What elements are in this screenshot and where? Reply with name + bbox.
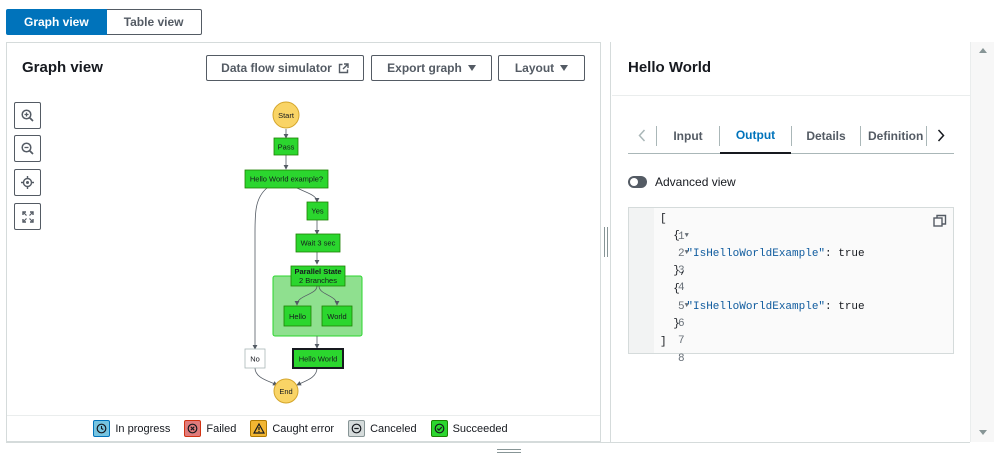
chevron-left-icon [638,129,646,142]
json-key: "IsHelloWorldExample" [686,248,826,260]
graph-node-hello-world[interactable]: Hello World [292,348,344,369]
tab-details[interactable]: Details [792,118,860,153]
graph-node-choice[interactable]: Hello World example? [244,169,329,189]
code-line: 6 "IsHelloWorldExample": true [629,299,865,330]
graph-node-parallel-subtitle: 2 Branches [299,276,337,285]
tab-output[interactable]: Output [720,118,791,154]
legend-caught-error: Caught error [250,420,334,437]
code-text: "IsHelloWorldExample": true [660,246,865,263]
resize-grip-icon [497,449,521,453]
status-legend: In progress Failed Caught error Canceled… [7,415,600,441]
graph-node-parallel-state[interactable]: Parallel State 2 Branches [290,265,346,287]
graph-node-wait-label: Wait 3 sec [301,239,336,248]
code-text: [ [660,213,667,225]
state-detail-panel: Hello World Input Output Details Definit… [612,42,970,442]
advanced-view-label: Advanced view [655,175,736,189]
graph-node-no[interactable]: No [244,348,266,369]
graph-node-hello-world-label: Hello World [299,355,338,364]
x-circle-icon [184,420,202,437]
tab-input[interactable]: Input [657,118,719,153]
legend-in-progress: In progress [93,420,170,437]
advanced-view-row: Advanced view [628,175,736,189]
view-toggle: Graph view Table view [6,9,202,35]
graph-node-choice-label: Hello World example? [250,175,323,184]
tabs-scroll-left-button[interactable] [628,118,656,153]
code-line: 5▼ { [629,281,695,313]
table-view-toggle-button[interactable]: Table view [106,9,202,35]
json-value: : true [825,248,865,260]
detail-tabs: Input Output Details Definition [628,118,954,154]
code-text: }, [660,265,687,277]
graph-node-end-label: End [279,387,292,396]
graph-node-pass[interactable]: Pass [273,137,299,156]
state-detail-title: Hello World [628,59,712,76]
legend-caught-error-label: Caught error [272,422,335,435]
tab-definition[interactable]: Definition [868,118,925,153]
code-text: } [660,318,680,330]
legend-canceled: Canceled [348,420,417,437]
workflow-graph: Start Pass Hello World example? Yes Wait… [244,101,363,404]
graph-edges [252,129,340,386]
graph-node-yes-label: Yes [311,207,323,216]
tabs-scroll-right-button[interactable] [927,118,954,153]
code-line: 3 "IsHelloWorldExample": true [629,246,865,277]
graph-node-no-label: No [250,355,260,364]
graph-node-yes[interactable]: Yes [306,201,329,221]
code-line: 8 ] [629,334,685,365]
copy-icon[interactable] [933,214,947,228]
clock-icon [93,420,111,437]
code-line: 7 } [629,316,684,347]
code-line: 1▼ [ [629,211,695,243]
advanced-view-toggle[interactable] [628,176,647,188]
json-value: : true [825,301,865,313]
graph-node-world-label: World [327,312,346,321]
graph-node-parallel-title: Parallel State [294,267,341,276]
graph-node-pass-label: Pass [278,143,295,152]
graph-node-end[interactable]: End [273,378,299,404]
code-text: { [660,230,680,242]
graph-panel: Graph view Data flow simulator Export gr… [6,42,601,442]
graph-node-start[interactable]: Start [272,101,300,129]
tab-separator [860,126,861,146]
resize-grip-icon [604,227,608,257]
legend-succeeded-label: Succeeded [452,422,508,435]
minus-circle-icon [348,420,366,437]
json-key: "IsHelloWorldExample" [686,301,826,313]
graph-node-wait[interactable]: Wait 3 sec [295,233,341,253]
graph-view-toggle-button[interactable]: Graph view [6,9,107,35]
graph-node-start-label: Start [278,111,295,120]
legend-canceled-label: Canceled [370,422,417,435]
code-text: "IsHelloWorldExample": true [660,299,865,316]
code-text: { [660,283,680,295]
divider [612,95,970,96]
panel-resize-handle[interactable] [601,42,611,442]
scroll-up-arrow-icon[interactable] [979,48,987,53]
code-line: 2▼ { [629,228,695,260]
vertical-scrollbar[interactable] [970,42,994,442]
graph-node-world[interactable]: World [321,305,353,327]
graph-node-hello[interactable]: Hello [283,305,312,327]
output-code-viewer[interactable]: 1▼ [ 2▼ { 3 "IsHelloWorldExample": true … [628,207,954,365]
legend-failed: Failed [184,420,236,437]
graph-node-hello-label: Hello [289,312,306,321]
chevron-right-icon [937,129,945,142]
code-text: ] [660,336,667,348]
legend-succeeded: Succeeded [430,420,508,437]
warning-icon [250,420,268,437]
line-number: 8 [678,353,685,365]
code-line: 4 }, [629,263,687,294]
legend-in-progress-label: In progress [115,422,171,435]
scroll-down-arrow-icon[interactable] [979,430,987,435]
bottom-resize-handle[interactable] [6,442,970,454]
legend-failed-label: Failed [206,422,237,435]
check-circle-icon [430,420,448,437]
